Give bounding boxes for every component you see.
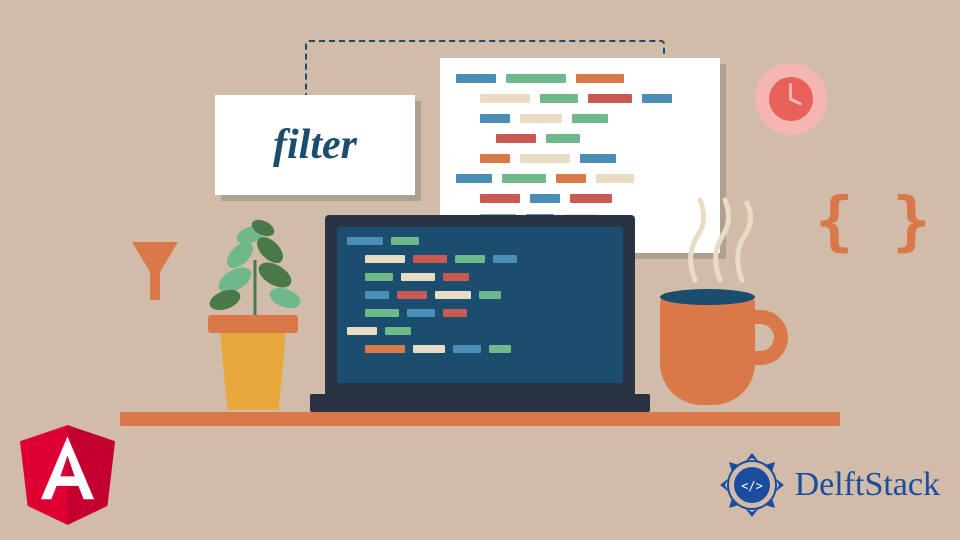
delftstack-logo: </> DelftStack	[717, 450, 940, 520]
laptop-screen	[325, 215, 635, 395]
brand-text: DelftStack	[795, 466, 940, 504]
plant-pot	[213, 325, 293, 410]
laptop-base	[310, 394, 650, 412]
desk-surface	[120, 412, 840, 426]
coffee-mug-icon	[660, 285, 770, 405]
delftstack-emblem-icon: </>	[717, 450, 787, 520]
clock-icon	[755, 63, 827, 135]
svg-text:</>: </>	[741, 479, 763, 493]
braces-icon: { }	[815, 185, 931, 259]
funnel-icon	[130, 240, 180, 305]
steam-icon	[680, 195, 760, 285]
plant-icon	[195, 210, 315, 325]
plant-pot-rim	[208, 315, 298, 333]
filter-label: filter	[273, 121, 357, 169]
angular-logo-icon	[20, 425, 115, 525]
filter-card: filter	[215, 95, 415, 195]
